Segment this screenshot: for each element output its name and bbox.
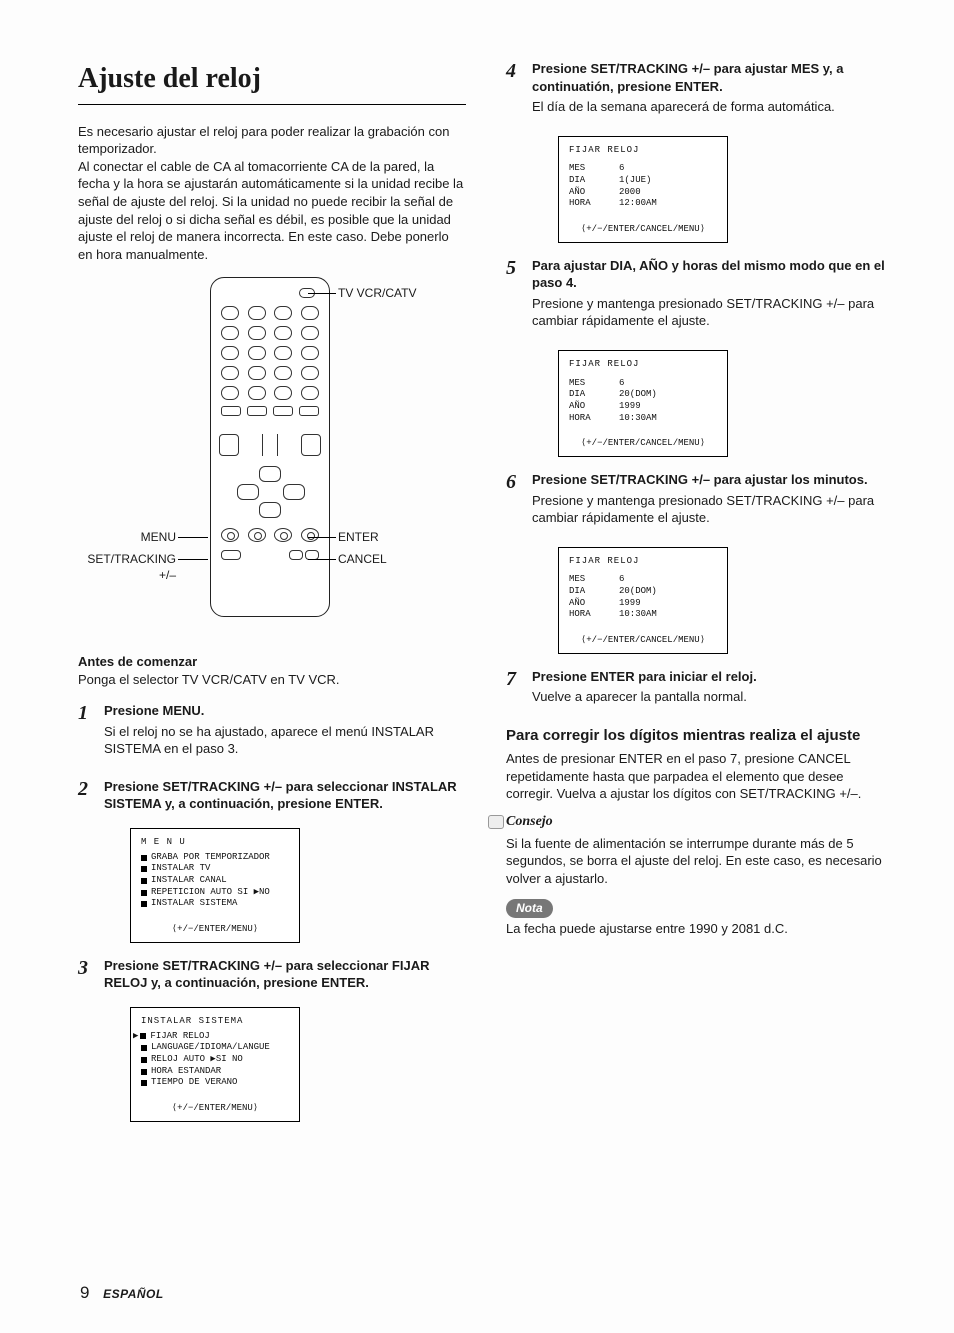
step-5: 5 Para ajustar DIA, AÑO y horas del mism…: [506, 257, 894, 338]
note-label: Nota: [506, 899, 553, 917]
callout-menu: MENU: [141, 529, 176, 545]
step-6: 6 Presione SET/TRACKING +/– para ajustar…: [506, 471, 894, 535]
screen-step6: FIJAR RELOJ MES6 DIA20(DOM) AÑO1999 HORA…: [558, 547, 728, 654]
correct-text: Antes de presionar ENTER en el paso 7, p…: [506, 750, 894, 803]
screen-step2: M E N U GRABA POR TEMPORIZADOR INSTALAR …: [130, 828, 300, 943]
step-2: 2 Presione SET/TRACKING +/– para selecci…: [78, 778, 466, 816]
callout-cancel: CANCEL: [338, 551, 387, 567]
remote-outline: [210, 277, 330, 617]
intro-text: Es necesario ajustar el reloj para poder…: [78, 123, 466, 263]
before-begin: Antes de comenzar Ponga el selector TV V…: [78, 653, 466, 688]
remote-diagram: TV VCR/CATV MENU SET/TRACKING +/– ENTER …: [78, 277, 466, 637]
step-7: 7 Presione ENTER para iniciar el reloj. …: [506, 668, 894, 714]
callout-set: SET/TRACKING +/–: [76, 551, 176, 583]
screen-step5: FIJAR RELOJ MES6 DIA20(DOM) AÑO1999 HORA…: [558, 350, 728, 457]
step-1: 1 Presione MENU. Si el reloj no se ha aj…: [78, 702, 466, 766]
tip-text: Si la fuente de alimentación se interrum…: [506, 835, 894, 888]
screen-step3: INSTALAR SISTEMA ▶FIJAR RELOJ LANGUAGE/I…: [130, 1007, 300, 1122]
callout-tv: TV VCR/CATV: [338, 285, 416, 301]
step-3: 3 Presione SET/TRACKING +/– para selecci…: [78, 957, 466, 995]
page-title: Ajuste del reloj: [78, 60, 466, 105]
step-4: 4 Presione SET/TRACKING +/– para ajustar…: [506, 60, 894, 124]
tip-label: Consejo: [506, 813, 553, 832]
note-text: La fecha puede ajustarse entre 1990 y 20…: [506, 920, 894, 938]
page-footer: 9 ESPAÑOL: [80, 1282, 164, 1305]
callout-enter: ENTER: [338, 529, 379, 545]
correct-heading: Para corregir los dígitos mientras reali…: [506, 726, 894, 746]
screen-step4: FIJAR RELOJ MES6 DIA1(JUE) AÑO2000 HORA1…: [558, 136, 728, 243]
